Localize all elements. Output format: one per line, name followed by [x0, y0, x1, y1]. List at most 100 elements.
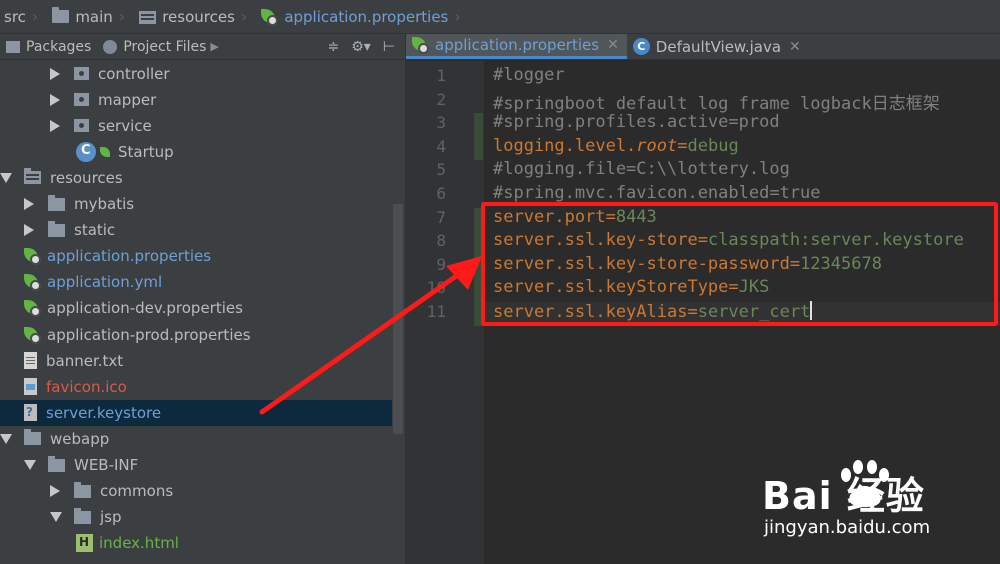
- close-icon[interactable]: ✕: [789, 39, 801, 55]
- tree-item-label: application-prod.properties: [47, 325, 251, 344]
- breadcrumb-separator-icon: ›: [118, 7, 126, 26]
- resources-folder-icon: [24, 168, 41, 185]
- breadcrumb-item-resources[interactable]: resources ›: [135, 0, 257, 34]
- resources-folder-icon: [139, 10, 157, 24]
- tree-item-web-inf[interactable]: WEB-INF: [0, 452, 392, 478]
- line-number: 6: [436, 184, 446, 203]
- change-marker[interactable]: [474, 207, 483, 326]
- breadcrumb-item-src[interactable]: src ›: [0, 0, 48, 34]
- tree-item-label: static: [74, 221, 116, 240]
- image-file-icon: [24, 378, 37, 396]
- breadcrumb-item-main[interactable]: main ›: [48, 0, 135, 34]
- tree-item-static[interactable]: static: [0, 217, 392, 243]
- chevron-right-icon[interactable]: [24, 224, 34, 237]
- tree-item-application-properties[interactable]: application.properties: [0, 243, 392, 269]
- tree-item-label: Startup: [118, 142, 174, 161]
- code-comment: #springboot default log frame logback日志框…: [493, 93, 940, 114]
- chevron-down-icon[interactable]: [24, 460, 36, 470]
- spring-leaf-icon: [24, 248, 42, 266]
- tree-item-label: application-dev.properties: [47, 299, 243, 318]
- tree-item-label: favicon.ico: [46, 377, 127, 396]
- property-separator: =: [687, 302, 698, 322]
- property-key: server.ssl.keyAlias: [493, 302, 688, 322]
- chevron-down-icon[interactable]: [0, 433, 12, 444]
- package-icon: [74, 119, 89, 133]
- code-line: server.ssl.key-store=classpath:server.ke…: [493, 230, 964, 250]
- tree-item-controller[interactable]: controller: [0, 61, 392, 87]
- chevron-right-icon[interactable]: [50, 93, 60, 106]
- property-key-segment: root: [636, 135, 678, 156]
- tree-item-label: commons: [100, 482, 174, 501]
- tree-item-startup[interactable]: Startup: [0, 139, 392, 165]
- line-number: 10: [426, 278, 446, 298]
- tree-item-service[interactable]: service: [0, 113, 392, 139]
- tree-item-jsp[interactable]: jsp: [0, 504, 392, 530]
- tab-packages[interactable]: Packages: [0, 34, 97, 60]
- spring-leaf-icon: [412, 37, 430, 54]
- chevron-down-icon[interactable]: [50, 512, 62, 523]
- tab-application-properties[interactable]: application.properties ✕: [406, 34, 627, 59]
- code-line: #logging.file=C:\\lottery.log: [493, 159, 790, 179]
- hide-panel-icon[interactable]: ⊢: [383, 39, 395, 55]
- tree-item-label: banner.txt: [46, 351, 124, 370]
- collapse-all-icon[interactable]: ≑: [327, 39, 339, 55]
- close-icon[interactable]: ✕: [607, 37, 619, 53]
- java-class-icon: [76, 141, 96, 162]
- tree-item-application-yml[interactable]: application.yml: [0, 269, 392, 295]
- code-line: logging.level.root=debug: [493, 136, 739, 156]
- line-number-gutter: 1 2 3 4 5 6 7 8 9 10 11: [406, 61, 484, 564]
- tree-item-favicon-ico[interactable]: favicon.ico: [0, 374, 392, 400]
- property-separator: =: [728, 277, 739, 298]
- breadcrumb-separator-icon: ›: [454, 7, 461, 26]
- baidu-jingyan-watermark: Bai 经验 jingyan.baidu.com: [762, 455, 994, 555]
- property-separator: =: [605, 206, 616, 227]
- property-key: server.port: [493, 206, 606, 227]
- tree-item-resources[interactable]: resources: [0, 165, 392, 191]
- chevron-right-icon[interactable]: [50, 67, 60, 80]
- tree-item-index-html[interactable]: index.html: [0, 530, 392, 556]
- spring-leaf-icon: [24, 274, 42, 292]
- project-tool-window: Packages Project Files ▶ ≑ ⚙▾ ⊢ controll…: [0, 34, 405, 564]
- property-separator: =: [697, 230, 708, 251]
- chevron-down-icon[interactable]: [0, 172, 12, 183]
- breadcrumb-separator-icon: ›: [240, 7, 248, 26]
- tab-defaultview-java[interactable]: C DefaultView.java ✕: [627, 34, 809, 59]
- breadcrumb-label: resources: [162, 7, 235, 26]
- chevron-right-icon[interactable]: [50, 119, 60, 132]
- unknown-file-icon: [24, 404, 37, 422]
- project-scrollbar[interactable]: [393, 204, 403, 434]
- tree-item-commons[interactable]: commons: [0, 478, 392, 504]
- tree-item-application-prod-properties[interactable]: application-prod.properties: [0, 322, 392, 348]
- tree-item-server-keystore[interactable]: server.keystore: [0, 399, 392, 426]
- tree-item-label: server.keystore: [46, 403, 162, 422]
- breadcrumb-separator-icon: ›: [31, 7, 39, 26]
- tree-item-mapper[interactable]: mapper: [0, 87, 392, 113]
- tree-item-label: application.yml: [47, 273, 163, 292]
- tree-item-label: controller: [98, 64, 170, 83]
- more-tabs-arrow-icon[interactable]: ▶: [210, 40, 218, 53]
- spring-leaf-icon: [100, 146, 110, 157]
- property-value: JKS: [738, 277, 770, 298]
- folder-icon: [48, 220, 65, 237]
- change-marker[interactable]: [474, 113, 483, 161]
- line-number: 4: [436, 136, 446, 156]
- tree-item-label: mybatis: [74, 195, 135, 213]
- packages-icon: [6, 40, 20, 53]
- chevron-right-icon[interactable]: [24, 198, 34, 210]
- tree-item-application-dev-properties[interactable]: application-dev.properties: [0, 295, 392, 321]
- tree-item-mybatis[interactable]: mybatis: [0, 191, 392, 217]
- line-number: 3: [436, 113, 446, 133]
- line-number: 1: [436, 66, 446, 85]
- spring-leaf-icon: [261, 8, 279, 26]
- code-comment: #spring.profiles.active=prod: [493, 112, 780, 133]
- package-icon: [74, 93, 89, 107]
- chevron-right-icon[interactable]: [50, 485, 60, 498]
- tree-item-webapp[interactable]: webapp: [0, 426, 392, 452]
- line-number: 2: [436, 89, 446, 109]
- breadcrumb-label: main: [75, 7, 113, 26]
- tree-item-banner-txt[interactable]: banner.txt: [0, 348, 392, 374]
- breadcrumb-item-application-properties[interactable]: application.properties ›: [257, 0, 470, 34]
- tree-item-label: WEB-INF: [74, 456, 139, 474]
- gear-icon[interactable]: ⚙▾: [351, 39, 371, 55]
- tab-project-files[interactable]: Project Files ▶: [97, 34, 225, 60]
